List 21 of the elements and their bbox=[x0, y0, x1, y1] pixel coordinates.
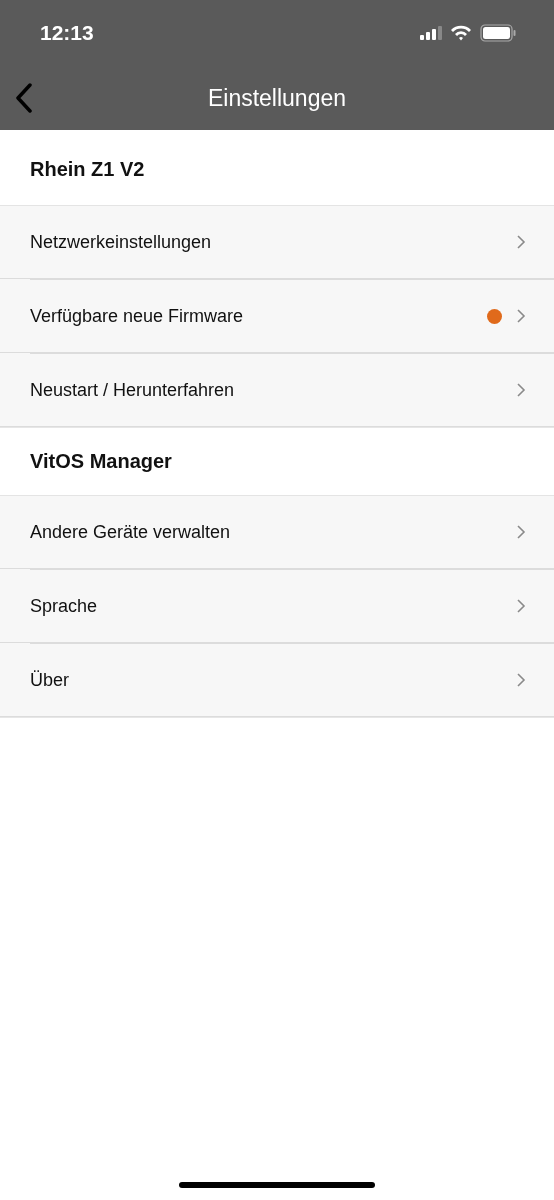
row-label: Netzwerkeinstellungen bbox=[30, 231, 213, 253]
section-title: Rhein Z1 V2 bbox=[30, 158, 145, 181]
screen-title: Einstellungen bbox=[207, 84, 347, 112]
row-label: Sprache bbox=[30, 595, 99, 617]
settings-row[interactable]: Über bbox=[0, 644, 554, 717]
status-time: 12:13 bbox=[40, 21, 94, 45]
row-label: Andere Geräte verwalten bbox=[30, 521, 232, 543]
row-label: Verfügbare neue Firmware bbox=[30, 305, 245, 327]
battery-icon bbox=[480, 24, 516, 42]
wifi-icon bbox=[450, 25, 472, 41]
chevron-icon bbox=[516, 308, 526, 324]
signal-icon bbox=[420, 26, 442, 40]
settings-row[interactable]: Neustart / Herunterfahren bbox=[0, 354, 554, 427]
chevron-icon bbox=[516, 598, 526, 614]
section-title: VitOS Manager bbox=[30, 450, 172, 473]
chevron-icon bbox=[516, 524, 526, 540]
chevron-icon bbox=[516, 672, 526, 688]
row-label: Neustart / Herunterfahren bbox=[30, 379, 236, 401]
chevron-icon bbox=[516, 382, 526, 398]
row-label: Über bbox=[30, 669, 70, 691]
chevron-icon bbox=[516, 234, 526, 250]
